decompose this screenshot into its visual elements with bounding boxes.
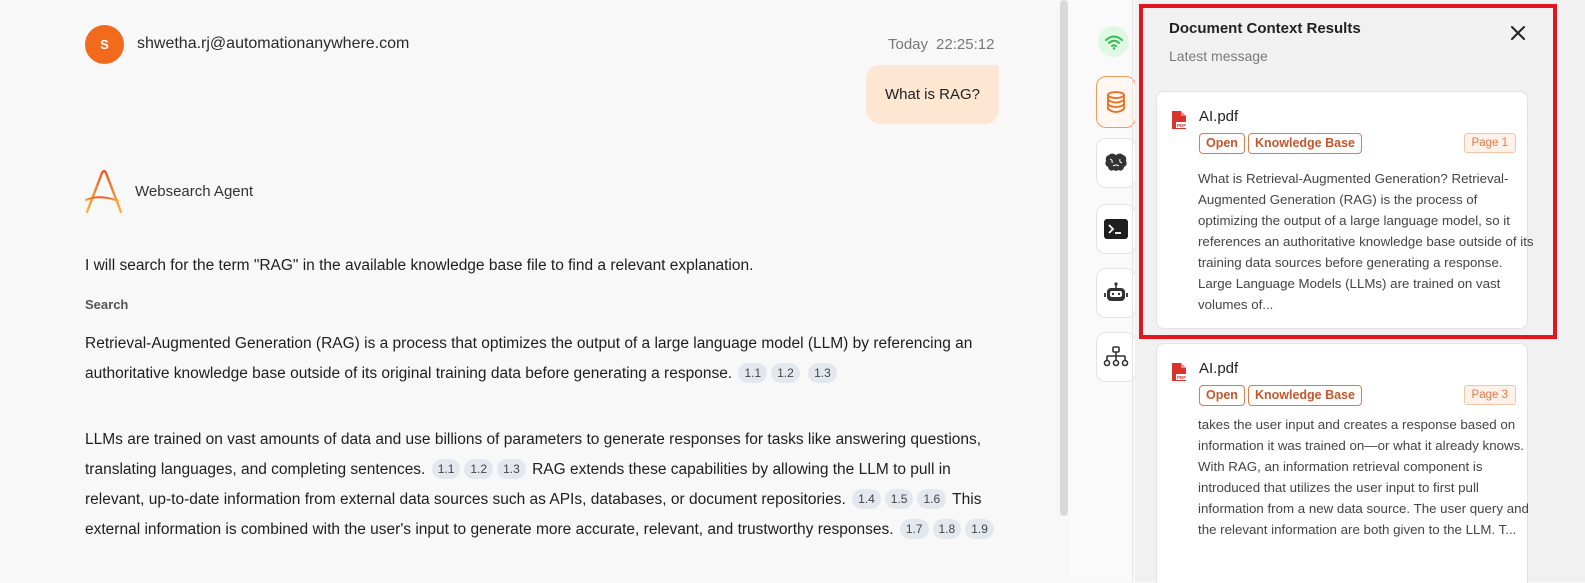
wifi-icon xyxy=(1098,26,1129,57)
brain-button[interactable] xyxy=(1096,138,1136,188)
file-name: AI.pdf xyxy=(1199,360,1239,377)
message-timestamp: Today 22:25:12 xyxy=(888,36,994,53)
card-excerpt: What is Retrieval-Augmented Generation? … xyxy=(1198,171,1534,312)
citation-badge[interactable]: 1.2 xyxy=(771,363,800,383)
user-email: shwetha.rj@automationanywhere.com xyxy=(137,35,410,52)
network-icon xyxy=(1103,346,1129,367)
database-button[interactable] xyxy=(1096,76,1136,128)
document-result-card: PDF AI.pdf Open Knowledge Base Page 1 Wh… xyxy=(1156,91,1534,329)
terminal-button[interactable] xyxy=(1096,204,1136,254)
citation-badge[interactable]: 1.3 xyxy=(497,459,526,479)
panel-divider xyxy=(1132,0,1133,582)
brain-icon xyxy=(1105,153,1127,171)
citation-badge[interactable]: 1.3 xyxy=(808,363,837,383)
answer-paragraph-1: Retrieval-Augmented Generation (RAG) is … xyxy=(85,329,1000,389)
robot-icon xyxy=(1104,282,1128,301)
agent-intro-text: I will search for the term "RAG" in the … xyxy=(85,257,754,274)
panel-title: Document Context Results xyxy=(1169,20,1361,37)
card-excerpt: takes the user input and creates a respo… xyxy=(1198,417,1529,537)
svg-text:PDF: PDF xyxy=(1177,375,1186,380)
citation-badge[interactable]: 1.9 xyxy=(965,519,994,539)
user-message-bubble: What is RAG? xyxy=(866,65,999,124)
citation-badge[interactable]: 1.4 xyxy=(852,489,881,509)
citation-badge[interactable]: 1.7 xyxy=(899,519,929,539)
search-step-label: Search xyxy=(85,297,129,312)
answer-text: Retrieval-Augmented Generation (RAG) is … xyxy=(85,335,973,382)
answer-paragraph-2: LLMs are trained on vast amounts of data… xyxy=(85,425,1000,545)
page-badge: Page 1 xyxy=(1463,133,1516,153)
pdf-file-icon: PDF xyxy=(1172,363,1187,381)
robot-button[interactable] xyxy=(1096,268,1136,318)
timestamp-time: 22:25:12 xyxy=(936,36,995,53)
user-avatar: S xyxy=(85,25,124,64)
open-button[interactable]: Open xyxy=(1199,385,1245,406)
timestamp-day: Today xyxy=(888,36,929,53)
database-icon xyxy=(1107,91,1125,113)
card-actions: Open Knowledge Base xyxy=(1199,133,1362,154)
tool-rail xyxy=(1069,0,1136,582)
open-button[interactable]: Open xyxy=(1199,133,1245,154)
agent-name: Websearch Agent xyxy=(135,183,254,200)
chat-area: S shwetha.rj@automationanywhere.com Toda… xyxy=(0,0,1068,582)
terminal-icon xyxy=(1104,219,1128,239)
network-button[interactable] xyxy=(1096,332,1136,382)
pdf-file-icon: PDF xyxy=(1172,111,1187,129)
card-actions: Open Knowledge Base xyxy=(1199,385,1362,406)
close-icon[interactable] xyxy=(1509,24,1527,42)
knowledge-base-tag[interactable]: Knowledge Base xyxy=(1247,385,1362,406)
document-context-panel: Document Context Results Latest message … xyxy=(1135,0,1585,583)
citation-badge[interactable]: 1.6 xyxy=(917,489,947,509)
document-result-card: PDF AI.pdf Open Knowledge Base Page 3 ta… xyxy=(1156,343,1529,583)
file-name: AI.pdf xyxy=(1199,108,1239,125)
citation-badge[interactable]: 1.8 xyxy=(932,519,962,539)
page-badge: Page 3 xyxy=(1463,385,1516,405)
panel-subtitle: Latest message xyxy=(1169,48,1268,64)
citation-badge[interactable]: 1.2 xyxy=(464,459,494,479)
citation-badge[interactable]: 1.1 xyxy=(431,459,461,479)
svg-text:PDF: PDF xyxy=(1177,123,1186,128)
agent-logo-icon xyxy=(85,170,123,214)
knowledge-base-tag[interactable]: Knowledge Base xyxy=(1247,133,1362,154)
citation-badge[interactable]: 1.1 xyxy=(738,363,768,383)
citation-badge[interactable]: 1.5 xyxy=(884,489,914,509)
chat-scrollbar[interactable] xyxy=(1060,0,1068,516)
